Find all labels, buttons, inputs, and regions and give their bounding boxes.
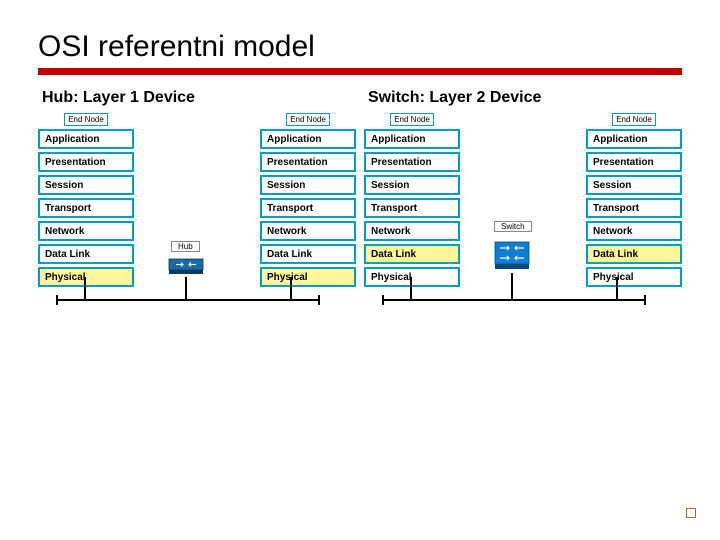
layer-presentation: Presentation xyxy=(260,152,356,172)
panel-title: Switch: Layer 2 Device xyxy=(364,89,682,107)
panel-hub: Hub: Layer 1 Device End Node Application… xyxy=(38,89,356,339)
layer-session: Session xyxy=(364,175,460,195)
layer-transport: Transport xyxy=(38,198,134,218)
bus-drop xyxy=(511,273,513,299)
bus-drop xyxy=(616,277,618,299)
bus-end xyxy=(644,295,646,305)
bus-horizontal xyxy=(382,299,646,301)
bus-drop xyxy=(410,277,412,299)
layer-presentation: Presentation xyxy=(586,152,682,172)
hub-icon xyxy=(168,256,204,276)
end-node-label: End Node xyxy=(64,113,108,126)
layer-session: Session xyxy=(38,175,134,195)
layer-transport: Transport xyxy=(260,198,356,218)
layer-application: Application xyxy=(364,129,460,149)
layer-application: Application xyxy=(38,129,134,149)
layer-network: Network xyxy=(260,221,356,241)
layer-application: Application xyxy=(586,129,682,149)
layer-datalink: Data Link xyxy=(38,244,134,264)
device-label-switch: Switch xyxy=(494,221,532,232)
layer-datalink: Data Link xyxy=(364,244,460,264)
switch-icon xyxy=(494,236,530,272)
bus-end xyxy=(56,295,58,305)
layer-datalink: Data Link xyxy=(586,244,682,264)
bus-horizontal xyxy=(56,299,320,301)
bus-drop xyxy=(84,277,86,299)
end-node-label: End Node xyxy=(612,113,656,126)
layer-session: Session xyxy=(586,175,682,195)
osi-stack-left: End Node Application Presentation Sessio… xyxy=(364,113,460,313)
layer-presentation: Presentation xyxy=(364,152,460,172)
title-underline xyxy=(38,68,682,75)
layer-physical: Physical xyxy=(364,267,460,287)
layer-physical: Physical xyxy=(260,267,356,287)
device-label-hub: Hub xyxy=(171,241,200,252)
layer-session: Session xyxy=(260,175,356,195)
layer-application: Application xyxy=(260,129,356,149)
end-node-label: End Node xyxy=(390,113,434,126)
bus-drop xyxy=(290,277,292,299)
panel-columns: End Node Application Presentation Sessio… xyxy=(38,113,356,313)
panel-switch: Switch: Layer 2 Device End Node Applicat… xyxy=(364,89,682,339)
panels-container: Hub: Layer 1 Device End Node Application… xyxy=(38,89,682,339)
layer-network: Network xyxy=(364,221,460,241)
osi-stack-right: End Node Application Presentation Sessio… xyxy=(260,113,356,313)
layer-transport: Transport xyxy=(586,198,682,218)
osi-stack-left: End Node Application Presentation Sessio… xyxy=(38,113,134,313)
osi-stack-right: End Node Application Presentation Sessio… xyxy=(586,113,682,313)
bus-end xyxy=(382,295,384,305)
layer-physical: Physical xyxy=(586,267,682,287)
layer-transport: Transport xyxy=(364,198,460,218)
layer-physical: Physical xyxy=(38,267,134,287)
layer-datalink: Data Link xyxy=(260,244,356,264)
footer-rule xyxy=(38,488,682,490)
bus-end xyxy=(318,295,320,305)
footer-bullet-icon xyxy=(686,508,696,518)
page-title: OSI referentni model xyxy=(38,30,682,64)
layer-network: Network xyxy=(38,221,134,241)
panel-title: Hub: Layer 1 Device xyxy=(38,89,356,107)
bus-drop xyxy=(185,277,187,299)
layer-presentation: Presentation xyxy=(38,152,134,172)
end-node-label: End Node xyxy=(286,113,330,126)
layer-network: Network xyxy=(586,221,682,241)
panel-columns: End Node Application Presentation Sessio… xyxy=(364,113,682,313)
